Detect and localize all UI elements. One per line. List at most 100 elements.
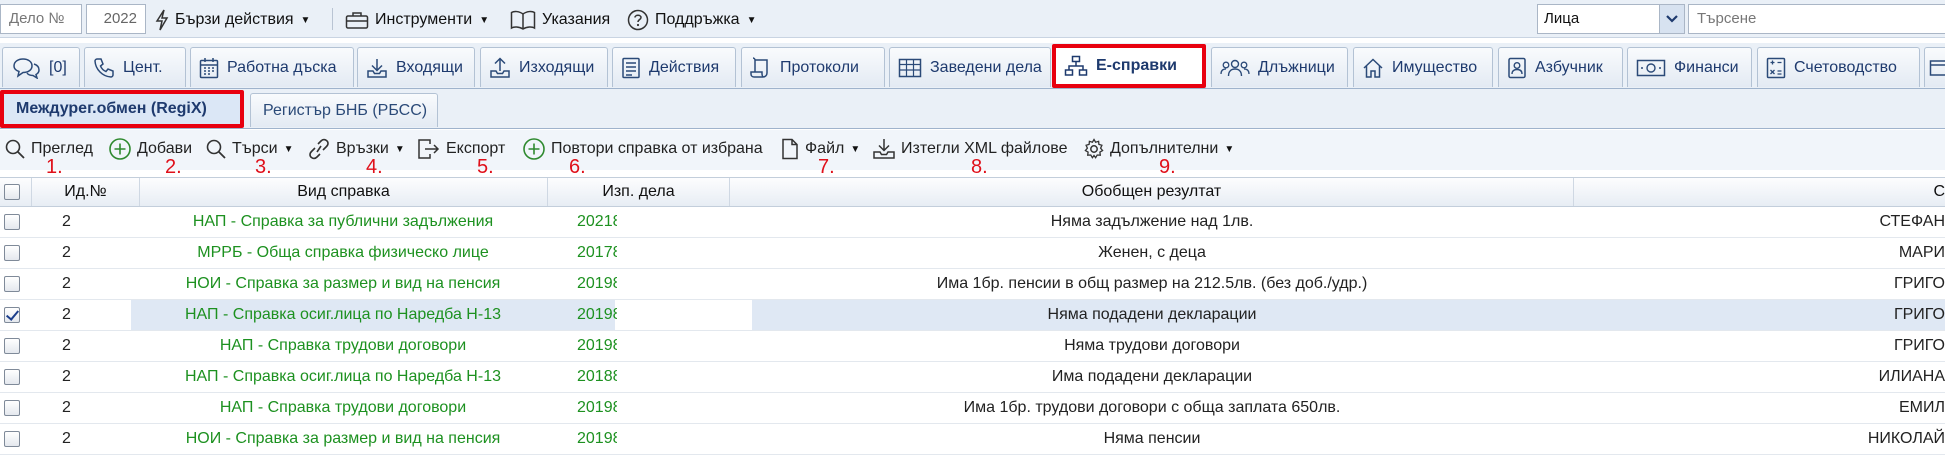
tab-actions[interactable]: Действия	[612, 47, 736, 87]
table-row[interactable]: 2 НАП - Справка трудови договори 20198 И…	[0, 393, 1945, 424]
persons-select[interactable]: Лица	[1537, 4, 1685, 34]
tab-e-references[interactable]: Е-справки	[1052, 44, 1206, 88]
column-header-result[interactable]: Обобщен резултат	[730, 178, 1574, 206]
chevron-down-icon: ▼	[394, 143, 405, 155]
select-all-cell	[0, 178, 32, 206]
annotation-marker: 6.	[569, 156, 586, 178]
column-header-type[interactable]: Вид справка	[140, 178, 548, 206]
tab-property[interactable]: Имущество	[1353, 47, 1493, 87]
subtab-regix[interactable]: Междурег.обмен (RegiX)	[0, 90, 244, 128]
tab-desktop[interactable]: Работна дъска	[190, 47, 354, 87]
annotation-marker: 7.	[818, 156, 835, 178]
chevron-down-icon: ▼	[850, 143, 861, 155]
cell-result: Няма пенсии	[1103, 430, 1201, 447]
search-menu[interactable]: Търси ▼	[205, 137, 294, 161]
add-circle-icon	[523, 138, 545, 160]
table-row[interactable]: 2 НАП - Справка трудови договори 20198 Н…	[0, 331, 1945, 362]
cell-type: НАП - Справка осиг.лица по Наредба Н-13	[185, 368, 501, 385]
download-tray-icon	[873, 139, 895, 159]
phone-icon	[94, 57, 114, 78]
year-input[interactable]: 2022	[86, 4, 146, 34]
row-checkbox[interactable]	[4, 431, 20, 447]
download-xml-button[interactable]: Изтегли XML файлове	[872, 137, 1067, 161]
home-icon	[1363, 57, 1383, 78]
tab-accounting[interactable]: Счетоводство	[1757, 47, 1920, 87]
cell-type: НАП - Справка трудови договори	[219, 337, 467, 354]
tab-debtors[interactable]: Длъжници	[1211, 47, 1348, 87]
tab-messages[interactable]: [0]	[2, 47, 80, 87]
cell-id: 2	[62, 275, 71, 292]
subtab-bnb-register-label: Регистър БНБ (РБСС)	[263, 101, 428, 119]
annotation-marker: 5.	[477, 156, 494, 178]
tab-finance[interactable]: Финанси	[1627, 47, 1752, 87]
annotation-marker: 1.	[46, 156, 63, 178]
sub-tab-bar: Междурег.обмен (RegiX) Регистър БНБ (РБС…	[0, 89, 1945, 129]
tab-alphabetic-label: Азбучник	[1535, 58, 1603, 76]
cell-id: 2	[62, 213, 71, 230]
chevron-down-icon[interactable]	[1659, 5, 1684, 33]
toolbox-icon	[345, 12, 369, 29]
cell-result: Женен, с деца	[1098, 244, 1206, 261]
tab-incoming[interactable]: Входящи	[357, 47, 475, 87]
row-checkbox[interactable]	[4, 245, 20, 261]
cell-type: НАП - Справка трудови договори	[219, 399, 467, 416]
select-all-checkbox[interactable]	[4, 184, 20, 200]
table-row[interactable]: 2 НАП - Справка осиг.лица по Наредба Н-1…	[0, 362, 1945, 393]
tools-menu[interactable]: Инструменти ▼	[345, 8, 489, 32]
column-header-person[interactable]: С	[1574, 178, 1945, 206]
annotation-marker: 8.	[971, 156, 988, 178]
tab-actions-label: Действия	[649, 58, 720, 76]
chevron-down-icon: ▼	[1224, 143, 1235, 155]
search-icon	[5, 139, 25, 159]
tab-protocols[interactable]: Протоколи	[741, 47, 885, 87]
lightning-icon	[155, 9, 169, 31]
chevron-down-icon: ▼	[479, 14, 490, 26]
cell-type: НАП - Справка за публични задължения	[192, 213, 494, 230]
table-icon	[898, 58, 922, 77]
column-header-id[interactable]: Ид.№	[32, 178, 140, 206]
tab-central[interactable]: Цент.	[84, 47, 186, 87]
row-checkbox[interactable]	[4, 338, 20, 354]
tab-filed-cases[interactable]: Заведени дела	[889, 47, 1051, 87]
tab-alphabetic[interactable]: Азбучник	[1498, 47, 1623, 87]
repeat-reference-button[interactable]: Повтори справка от избрана	[522, 137, 763, 161]
table-row[interactable]: 2 НОИ - Справка за размер и вид на пенси…	[0, 269, 1945, 300]
row-checkbox[interactable]	[4, 276, 20, 292]
cell-case: 20198	[577, 275, 617, 292]
support-menu[interactable]: Поддръжка ▼	[627, 8, 756, 32]
row-checkbox[interactable]	[4, 307, 20, 323]
case-number-input[interactable]: Дело №	[0, 4, 82, 34]
search-input[interactable]: Търсене	[1688, 4, 1945, 34]
cell-case: 20198	[577, 337, 617, 354]
tab-incoming-label: Входящи	[396, 58, 463, 76]
annotation-marker: 4.	[366, 156, 383, 178]
table-row[interactable]: 2 НАП - Справка осиг.лица по Наредба Н-1…	[0, 300, 1945, 331]
cell-result: Няма подадени декларации	[1047, 306, 1257, 323]
download-tray-icon	[367, 58, 387, 78]
tab-accounting-label: Счетоводство	[1794, 58, 1897, 76]
tab-more[interactable]	[1924, 47, 1945, 87]
tab-outgoing[interactable]: Изходящи	[480, 47, 608, 87]
column-header-case[interactable]: Изп. дела	[548, 178, 730, 206]
row-checkbox[interactable]	[4, 400, 20, 416]
table-row[interactable]: 2 МРРБ - Обща справка физическо лице 201…	[0, 238, 1945, 269]
cell-result: Няма трудови договори	[1064, 337, 1240, 354]
persons-select-value: Лица	[1544, 10, 1580, 27]
tab-desktop-label: Работна дъска	[227, 58, 337, 76]
instructions-link[interactable]: Указания	[510, 8, 610, 32]
subtab-bnb-register[interactable]: Регистър БНБ (РБСС)	[250, 93, 438, 127]
quick-actions-menu[interactable]: Бързи действия ▼	[155, 8, 310, 32]
row-checkbox[interactable]	[4, 214, 20, 230]
tab-e-references-label: Е-справки	[1096, 57, 1177, 74]
row-checkbox[interactable]	[4, 369, 20, 385]
table-row[interactable]: 2 НОИ - Справка за размер и вид на пенси…	[0, 424, 1945, 455]
cell-case: 20198	[577, 399, 617, 416]
calendar-icon	[199, 57, 219, 78]
tab-outgoing-label: Изходящи	[519, 58, 595, 76]
links-menu[interactable]: Връзки ▼	[307, 137, 405, 161]
cell-person: МАРИ	[1898, 244, 1945, 261]
book-icon	[510, 10, 536, 30]
search-icon	[206, 139, 226, 159]
gear-icon	[1084, 138, 1104, 159]
table-row[interactable]: 2 НАП - Справка за публични задължения 2…	[0, 207, 1945, 238]
